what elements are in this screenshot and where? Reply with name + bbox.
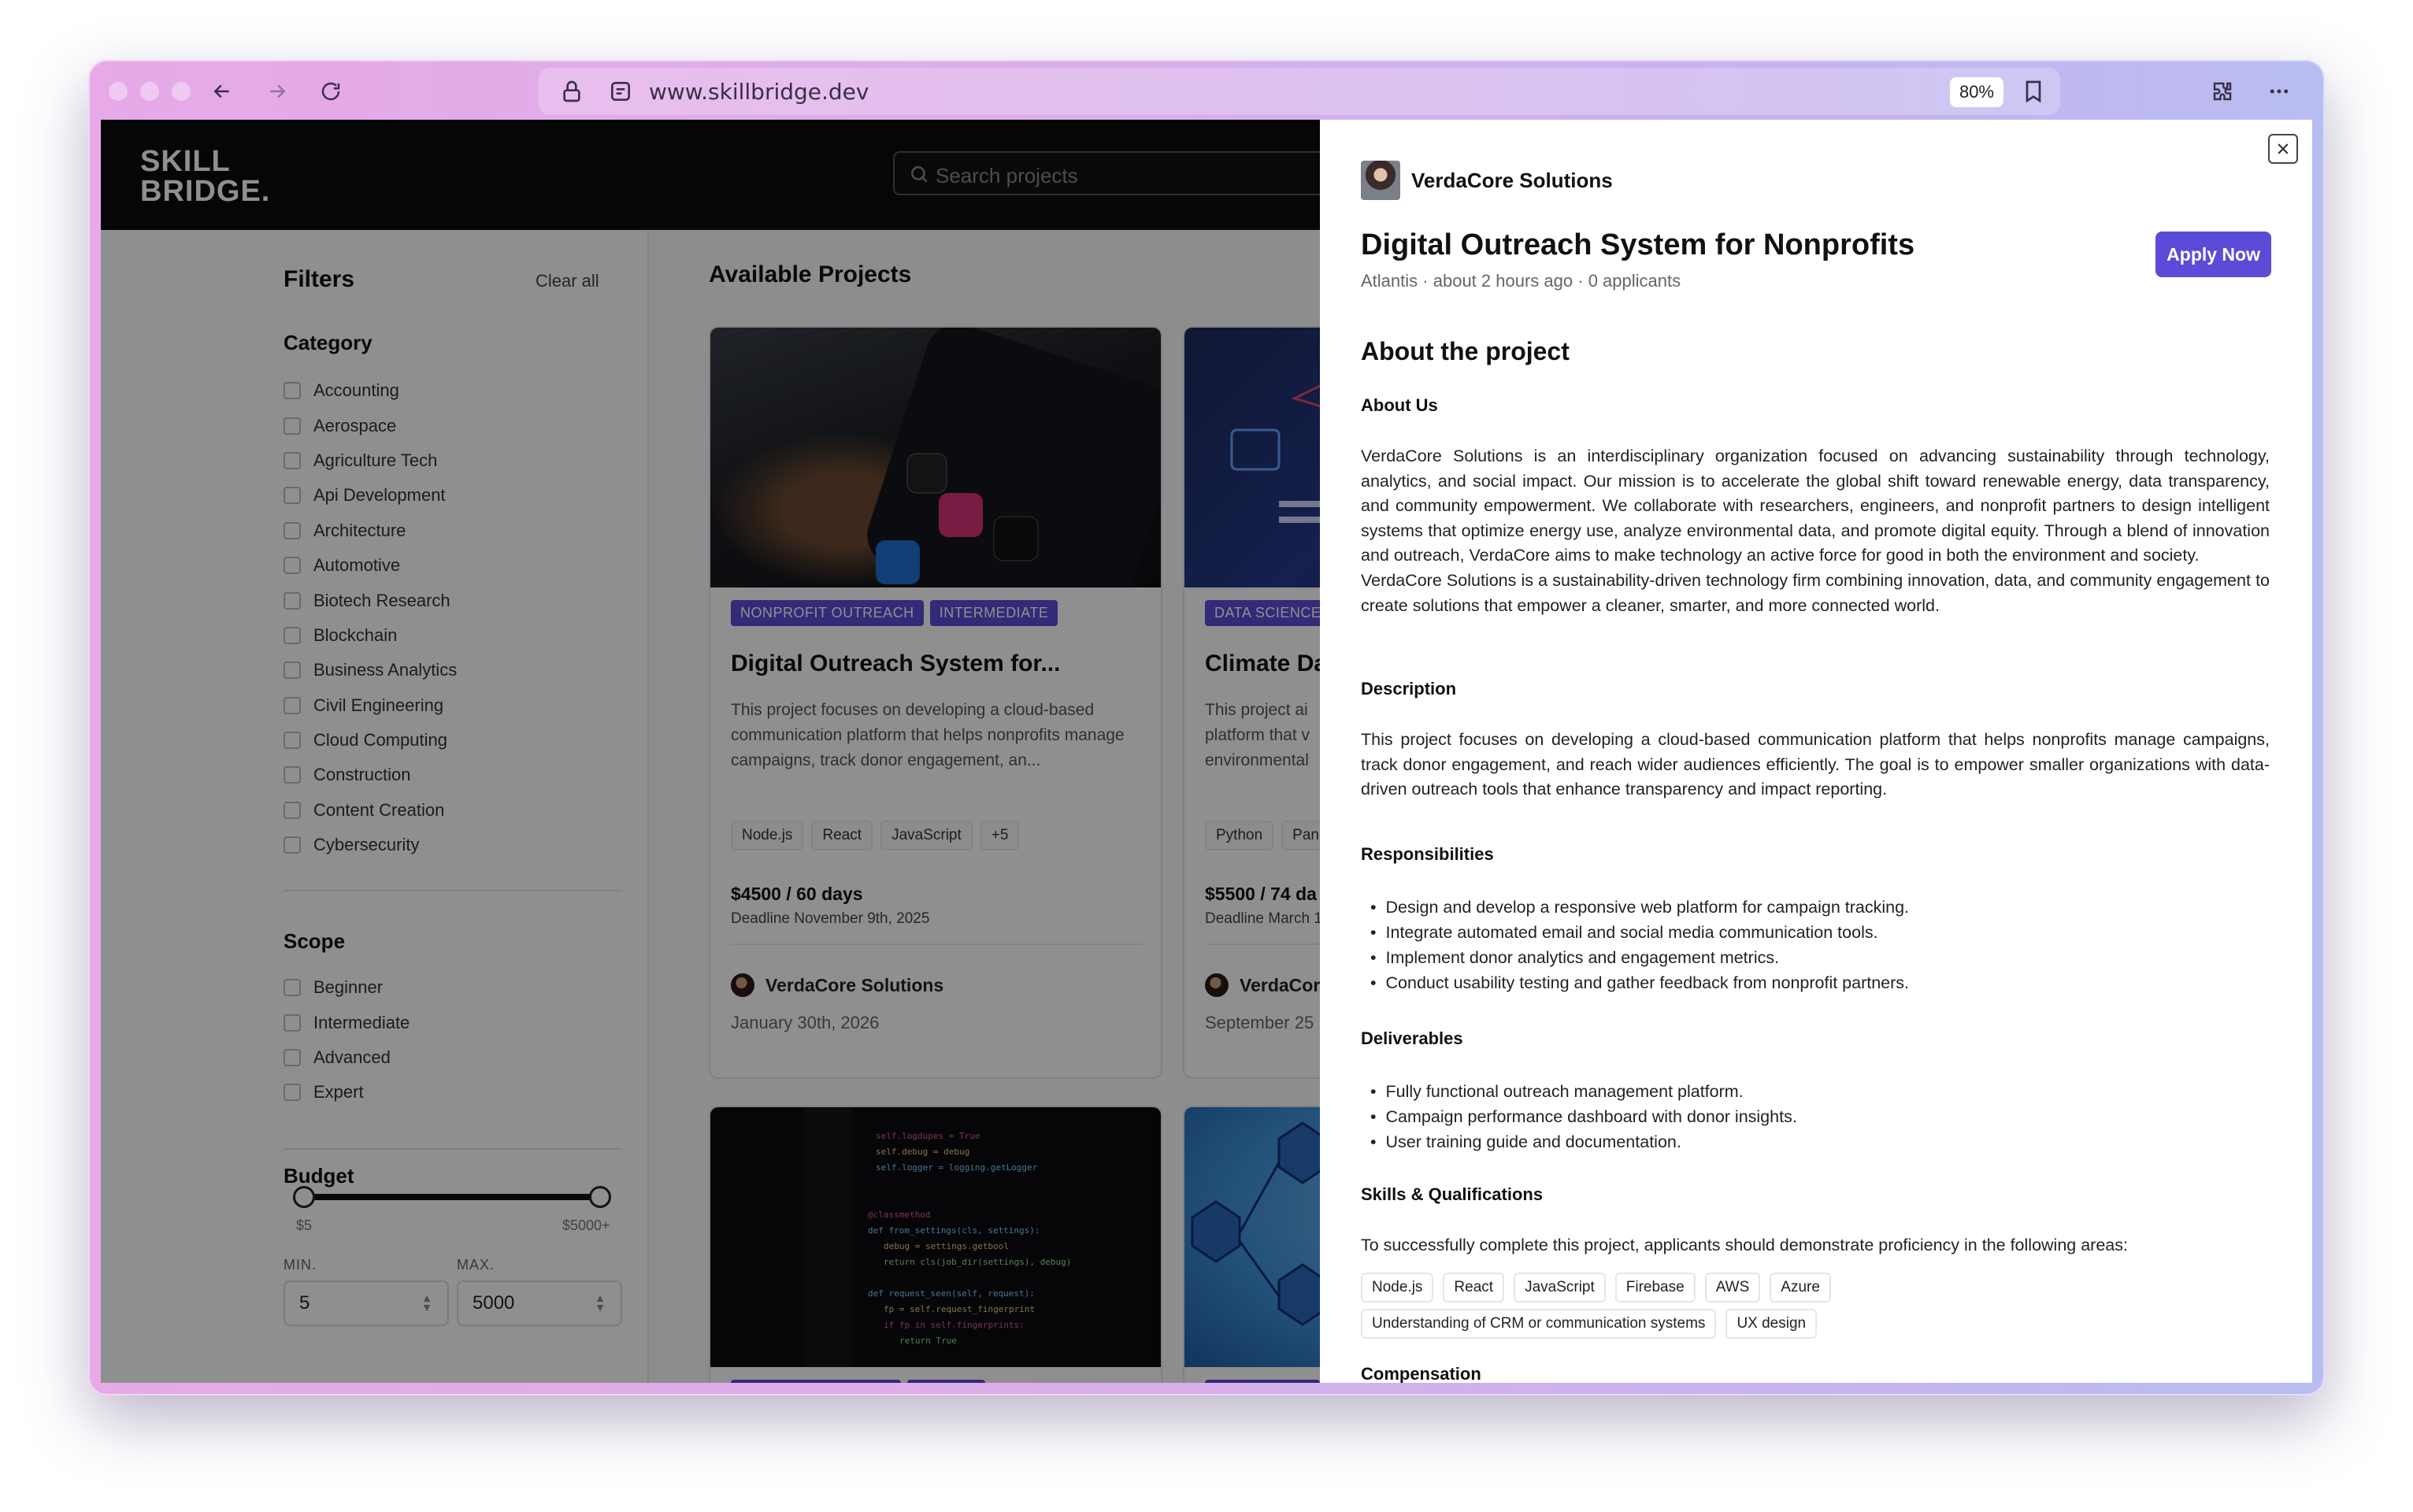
skill-tag[interactable]: Azure — [1770, 1273, 1831, 1303]
lock-icon — [559, 79, 584, 104]
close-icon — [2278, 143, 2289, 154]
responsibilities-list: Design and develop a responsive web plat… — [1370, 895, 1910, 995]
minimize-window-button[interactable] — [140, 82, 159, 101]
meta-separator: · — [1422, 271, 1433, 291]
browser-titlebar: www.skillbridge.dev 80% — [88, 60, 2325, 120]
meta-separator: · — [1577, 271, 1588, 291]
list-item: Design and develop a responsive web plat… — [1370, 895, 1909, 920]
detail-title: Digital Outreach System for Nonprofits — [1361, 228, 1915, 261]
org-name: VerdaCore Solutions — [1411, 168, 1613, 192]
detail-posted: about 2 hours ago — [1433, 271, 1573, 291]
detail-org: VerdaCore Solutions — [1361, 161, 1613, 200]
about-us-heading: About Us — [1361, 395, 1438, 415]
deliverables-list: Fully functional outreach management pla… — [1370, 1079, 1797, 1154]
detail-meta: Atlantis · about 2 hours ago · 0 applica… — [1361, 271, 1681, 291]
skill-tag[interactable]: Firebase — [1614, 1273, 1696, 1303]
skill-tag[interactable]: UX design — [1725, 1309, 1818, 1339]
skills-row: Node.js React JavaScript Firebase AWS Azure — [1361, 1273, 1831, 1303]
detail-applicants: 0 applicants — [1588, 271, 1681, 291]
maximize-window-button[interactable] — [172, 82, 191, 101]
list-item: Implement donor analytics and engagement… — [1370, 945, 1909, 970]
skill-tag[interactable]: Node.js — [1361, 1273, 1434, 1303]
back-icon[interactable] — [205, 74, 239, 109]
zoom-indicator[interactable]: 80% — [1949, 77, 2003, 107]
extensions-icon[interactable] — [2205, 74, 2240, 109]
list-item: User training guide and documentation. — [1370, 1129, 1797, 1154]
description-text: This project focuses on developing a clo… — [1361, 730, 2270, 799]
modal-backdrop[interactable] — [101, 120, 1320, 1383]
close-window-button[interactable] — [109, 82, 128, 101]
reload-icon[interactable] — [313, 74, 348, 109]
page-settings-icon[interactable] — [608, 79, 633, 104]
skill-tag[interactable]: JavaScript — [1514, 1273, 1606, 1303]
more-menu-icon[interactable] — [2262, 74, 2296, 109]
detail-location: Atlantis — [1361, 271, 1418, 291]
skill-tag[interactable]: Understanding of CRM or communication sy… — [1361, 1309, 1717, 1339]
list-item: Fully functional outreach management pla… — [1370, 1079, 1797, 1104]
browser-window: www.skillbridge.dev 80% SKILL BRIDGE. Se… — [88, 60, 2325, 1395]
about-us-paragraph: VerdaCore Solutions is an interdisciplin… — [1361, 444, 2270, 618]
address-bar[interactable]: www.skillbridge.dev 80% — [539, 68, 2060, 115]
bookmark-icon[interactable] — [2021, 79, 2046, 104]
project-detail-drawer: VerdaCore Solutions Digital Outreach Sys… — [1320, 120, 2312, 1383]
about-project-heading: About the project — [1361, 337, 1570, 365]
skills-row: Understanding of CRM or communication sy… — [1361, 1309, 1818, 1339]
web-page: SKILL BRIDGE. Search projects Filters Cl… — [101, 120, 2312, 1383]
deliverables-heading: Deliverables — [1361, 1028, 1463, 1048]
description-heading: Description — [1361, 679, 1457, 699]
forward-icon[interactable] — [260, 74, 295, 109]
responsibilities-heading: Responsibilities — [1361, 844, 1494, 864]
skill-tag[interactable]: AWS — [1704, 1273, 1761, 1303]
apply-now-button[interactable]: Apply Now — [2155, 232, 2271, 277]
url-text[interactable]: www.skillbridge.dev — [649, 79, 869, 105]
list-item: Campaign performance dashboard with dono… — [1370, 1104, 1797, 1129]
skills-intro: To successfully complete this project, a… — [1361, 1236, 2128, 1254]
list-item: Conduct usability testing and gather fee… — [1370, 970, 1910, 995]
compensation-heading: Compensation — [1361, 1364, 1481, 1383]
skills-heading: Skills & Qualifications — [1361, 1184, 1544, 1204]
skill-tag[interactable]: React — [1443, 1273, 1505, 1303]
about-us-text-1: VerdaCore Solutions is an interdisciplin… — [1361, 447, 2270, 565]
list-item: Integrate automated email and social med… — [1370, 920, 1909, 945]
org-logo — [1361, 161, 1400, 200]
close-drawer-button[interactable] — [2268, 134, 2298, 164]
about-us-text-2: VerdaCore Solutions is a sustainability-… — [1361, 570, 2270, 615]
